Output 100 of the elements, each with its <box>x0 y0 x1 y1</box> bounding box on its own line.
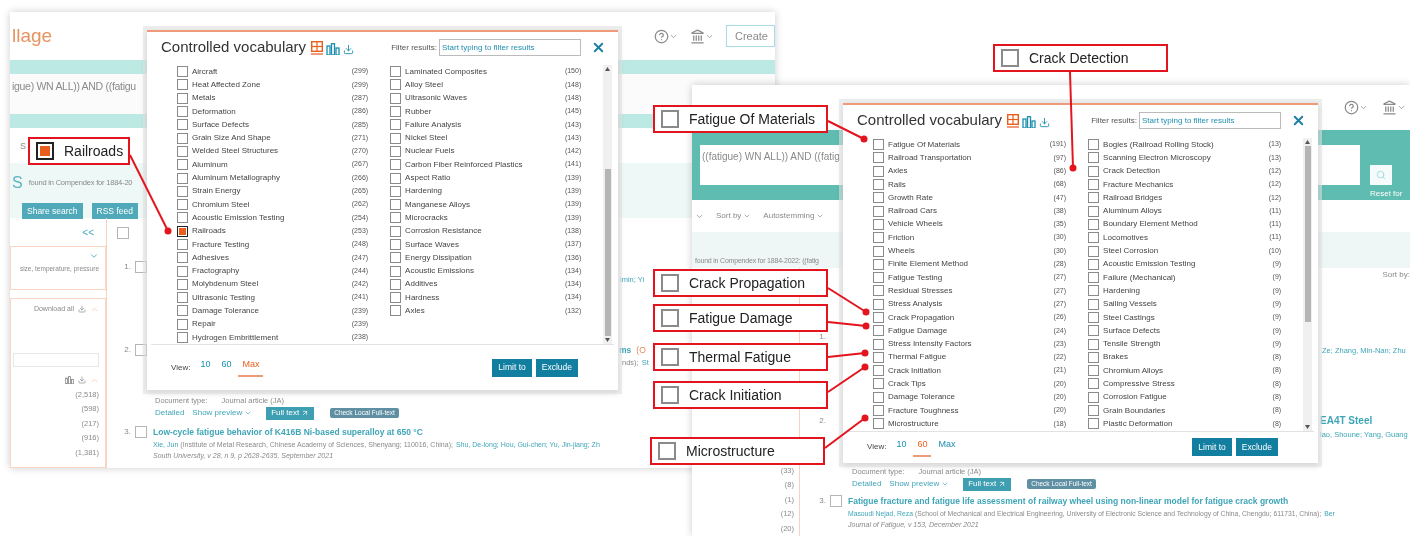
checkbox[interactable] <box>390 106 402 118</box>
help-icon[interactable] <box>653 28 669 44</box>
filter-field[interactable]: Start typing to filter results <box>1139 112 1281 129</box>
term-label[interactable]: Metals <box>192 92 216 105</box>
checkbox[interactable] <box>1088 218 1100 230</box>
term-label[interactable]: Bogies (Railroad Rolling Stock) <box>1103 138 1214 151</box>
term-label[interactable]: Failure (Mechanical) <box>1103 271 1176 284</box>
dialog-button[interactable]: Limit to <box>1192 438 1232 457</box>
checkbox[interactable] <box>390 92 402 104</box>
term-label[interactable]: Fatigue Damage <box>888 324 948 337</box>
term-label[interactable]: Fracture Toughness <box>888 404 959 417</box>
checkbox[interactable] <box>177 305 188 317</box>
checkbox[interactable] <box>1088 192 1100 204</box>
checkbox[interactable] <box>661 110 679 128</box>
checkbox[interactable] <box>1088 165 1100 177</box>
term-label[interactable]: Chromium Alloys <box>1103 364 1164 377</box>
checkbox[interactable] <box>661 274 679 292</box>
checkbox[interactable] <box>390 239 402 250</box>
checkbox[interactable] <box>658 442 676 460</box>
checkbox[interactable] <box>390 172 402 184</box>
checkbox[interactable] <box>390 119 402 131</box>
checkbox[interactable] <box>177 278 188 290</box>
term-label[interactable]: Surface Defects <box>192 118 249 131</box>
checkbox[interactable] <box>873 351 884 363</box>
term-label[interactable]: Wheels <box>888 245 915 257</box>
checkbox[interactable] <box>873 378 884 390</box>
download-icon[interactable] <box>343 43 355 55</box>
checkbox[interactable] <box>1088 285 1100 297</box>
term-label[interactable]: Crack Propagation <box>888 311 955 324</box>
checkbox[interactable] <box>177 79 188 91</box>
checkbox[interactable] <box>1088 338 1100 350</box>
checkbox[interactable] <box>873 179 884 191</box>
term-label[interactable]: Adhesives <box>192 251 229 264</box>
checkbox[interactable] <box>1088 312 1100 323</box>
checkbox[interactable] <box>177 119 188 131</box>
close-icon[interactable] <box>591 40 606 55</box>
result-checkbox[interactable] <box>135 261 147 273</box>
checkbox[interactable] <box>1088 351 1100 363</box>
checkbox[interactable] <box>873 258 884 270</box>
term-label[interactable]: Locomotives <box>1103 231 1148 244</box>
bar-chart-icon[interactable] <box>1022 115 1037 128</box>
checkbox[interactable] <box>1088 418 1100 430</box>
checkbox[interactable] <box>1088 365 1100 377</box>
checkbox[interactable] <box>1088 232 1100 244</box>
term-label[interactable]: Fractography <box>192 265 240 278</box>
term-label[interactable]: Carbon Fiber Reinforced Plastics <box>405 158 523 171</box>
checkbox[interactable] <box>1088 298 1100 310</box>
term-label[interactable]: Hardness <box>405 291 440 304</box>
checkbox[interactable] <box>873 218 884 230</box>
term-label[interactable]: Axles <box>405 305 425 317</box>
term-label[interactable]: Railroad Transportation <box>888 151 972 164</box>
term-label[interactable]: Hardening <box>1103 284 1140 297</box>
checkbox[interactable] <box>390 185 402 197</box>
toolbar-dropdown[interactable]: Autostemming <box>763 210 825 222</box>
scroll-down-arrow-icon[interactable] <box>605 338 611 343</box>
scrollbar[interactable] <box>603 65 612 345</box>
term-label[interactable]: Railroad Cars <box>888 205 937 218</box>
term-label[interactable]: Residual Stresses <box>888 284 953 297</box>
dialog-button[interactable]: Exclude <box>1235 438 1278 457</box>
result-checkbox[interactable] <box>135 344 147 356</box>
term-label[interactable]: Damage Tolerance <box>888 391 955 404</box>
checkbox[interactable] <box>177 185 188 197</box>
scroll-down-arrow-icon[interactable] <box>1305 424 1311 429</box>
term-label[interactable]: Aspect Ratio <box>405 172 451 184</box>
term-label[interactable]: Damage Tolerance <box>192 305 259 317</box>
chevron-down-icon[interactable] <box>1397 103 1406 112</box>
term-label[interactable]: Rubber <box>405 105 432 118</box>
term-label[interactable]: Welded Steel Structures <box>192 145 279 158</box>
checkbox[interactable] <box>873 405 884 417</box>
scroll-up-arrow-icon[interactable] <box>1305 140 1311 144</box>
term-label[interactable]: Failure Analysis <box>405 118 462 131</box>
term-label[interactable]: Aluminum Metallography <box>192 172 281 184</box>
scroll-up-arrow-icon[interactable] <box>605 67 611 71</box>
checkbox[interactable] <box>177 212 188 224</box>
toolbar-dropdown[interactable]: Sort by <box>716 210 752 222</box>
checkbox[interactable] <box>1088 152 1100 164</box>
term-label[interactable]: Compressive Stress <box>1103 378 1175 390</box>
checkbox[interactable] <box>1001 49 1019 67</box>
view-option[interactable]: 10 <box>196 358 215 377</box>
term-label[interactable]: Crack Initiation <box>888 364 941 377</box>
checkbox[interactable] <box>177 225 188 237</box>
dialog-button[interactable]: Exclude <box>535 358 578 377</box>
help-icon[interactable] <box>1344 100 1359 115</box>
term-label[interactable]: Surface Waves <box>405 238 460 251</box>
term-label[interactable]: Hydrogen Embrittlement <box>192 331 279 344</box>
checkbox[interactable] <box>1088 391 1100 403</box>
checkbox[interactable] <box>177 199 188 211</box>
checkbox[interactable] <box>1088 258 1100 270</box>
view-option[interactable]: 60 <box>217 358 236 377</box>
checkbox[interactable] <box>390 252 402 264</box>
term-label[interactable]: Boundary Element Method <box>1103 218 1198 231</box>
term-label[interactable]: Additives <box>405 278 438 291</box>
term-label[interactable]: Friction <box>888 231 915 244</box>
term-label[interactable]: Sailing Vessels <box>1103 298 1157 311</box>
chevron-down-icon[interactable] <box>1359 103 1368 112</box>
term-label[interactable]: Thermal Fatigue <box>888 351 947 364</box>
checkbox[interactable] <box>177 265 188 277</box>
checkbox[interactable] <box>661 348 679 366</box>
term-label[interactable]: Steel Castings <box>1103 311 1155 324</box>
checkbox[interactable] <box>177 292 188 304</box>
